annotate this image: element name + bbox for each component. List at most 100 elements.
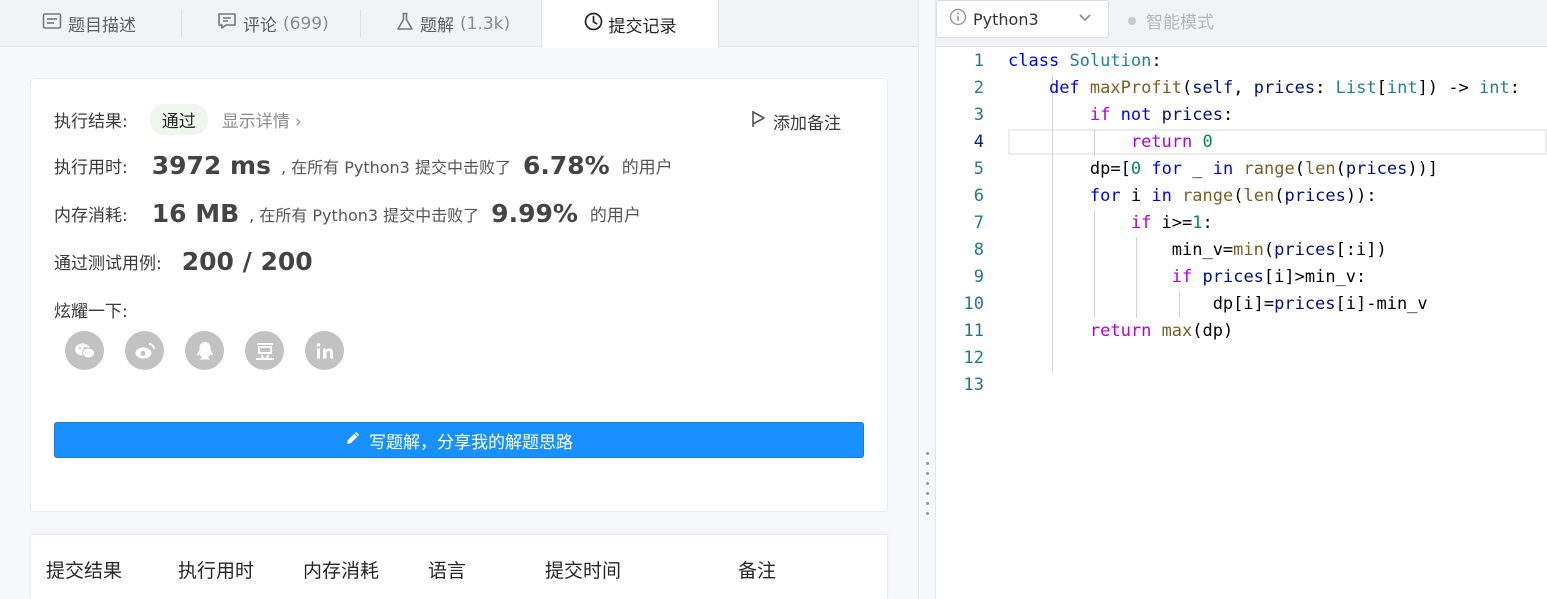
grip-dot — [926, 462, 929, 465]
column-header-memory[interactable]: 内存消耗 — [303, 556, 379, 583]
line-number: 11 — [963, 321, 984, 341]
language-select[interactable]: Python3 — [936, 0, 1109, 38]
pencil-icon — [345, 430, 361, 451]
column-header-result[interactable]: 提交结果 — [46, 556, 122, 583]
memory-prefix: , 在所有 Python3 提交中击败了 — [249, 205, 480, 225]
flask-icon — [396, 12, 414, 36]
code-line: for i in range(len(prices)): — [1089, 186, 1377, 206]
clock-icon — [584, 12, 603, 36]
code-line: if i>=1: — [1130, 213, 1213, 233]
qq-icon[interactable] — [185, 331, 224, 370]
smart-mode-label: 智能模式 — [1146, 13, 1214, 33]
column-header-submit-time[interactable]: 提交时间 — [545, 556, 621, 583]
memory-label: 内存消耗: — [54, 206, 128, 226]
line-number: 7 — [973, 213, 984, 233]
memory-suffix: 的用户 — [589, 206, 641, 226]
submissions-table-header: 提交结果 执行用时 内存消耗 语言 提交时间 备注 — [30, 534, 888, 599]
tab-label: 题解 — [420, 16, 454, 36]
grip-dot — [926, 502, 929, 505]
share-icons — [65, 331, 344, 370]
line-number-current: 4 — [973, 132, 984, 152]
line-number: 12 — [963, 348, 984, 368]
line-number: 2 — [973, 78, 984, 98]
tab-description[interactable]: 题目描述 — [42, 0, 136, 47]
submission-result-card: 执行结果: 通过 显示详情 › 添加备注 执行用时: 3972 ms , 在所有… — [30, 78, 888, 512]
status-label: 执行结果: — [54, 112, 128, 132]
tab-label: 评论 — [243, 16, 277, 36]
memory-percentile: 9.99% — [491, 199, 578, 228]
code-line: return max(dp) — [1089, 321, 1234, 341]
status-dot-icon — [1128, 16, 1136, 25]
wechat-icon[interactable] — [65, 331, 104, 370]
column-header-runtime[interactable]: 执行用时 — [178, 556, 254, 583]
line-number: 3 — [973, 105, 984, 125]
problem-panel: 题目描述 评论 (699) 题解 (1.3k) 提交记录 执行结果: 通过 显示… — [0, 0, 918, 599]
column-header-language[interactable]: 语言 — [428, 556, 466, 583]
tests-row: 通过测试用例: 200 / 200 — [54, 247, 313, 276]
line-number: 9 — [973, 267, 984, 287]
runtime-row: 执行用时: 3972 ms , 在所有 Python3 提交中击败了 6.78%… — [54, 151, 673, 180]
grip-dot — [926, 512, 929, 515]
code-line: def maxProfit(self, prices: List[int]) -… — [1048, 78, 1520, 98]
tab-comments[interactable]: 评论 (699) — [217, 0, 329, 47]
status-row: 执行结果: 通过 显示详情 › — [54, 104, 302, 135]
memory-row: 内存消耗: 16 MB , 在所有 Python3 提交中击败了 9.99% 的… — [54, 199, 641, 228]
line-number: 10 — [963, 294, 984, 314]
tab-solutions[interactable]: 题解 (1.3k) — [396, 0, 510, 47]
tab-label: 题目描述 — [68, 16, 136, 36]
info-icon — [949, 8, 967, 30]
tab-divider — [360, 9, 361, 37]
linkedin-icon[interactable] — [305, 331, 344, 370]
tab-count: (1.3k) — [460, 13, 511, 34]
tests-label: 通过测试用例: — [54, 254, 162, 274]
line-number: 8 — [973, 240, 984, 260]
tests-value: 200 / 200 — [181, 247, 313, 276]
share-label: 炫耀一下: — [54, 302, 128, 322]
status-badge: 通过 — [149, 104, 208, 135]
runtime-label: 执行用时: — [54, 158, 128, 178]
runtime-percentile: 6.78% — [522, 151, 610, 180]
code-line: class Solution: — [1008, 51, 1162, 71]
smart-mode-toggle[interactable]: 智能模式 — [1128, 8, 1214, 33]
code-line: dp=[0 for _ in range(len(prices))] — [1008, 159, 1439, 179]
tab-divider — [181, 9, 182, 37]
panel-resize-handle[interactable] — [918, 0, 936, 599]
chevron-down-icon — [1078, 10, 1092, 28]
editor-toolbar: Python3 智能模式 — [936, 0, 1547, 47]
comment-icon — [217, 12, 237, 35]
memory-value: 16 MB — [151, 199, 240, 228]
write-solution-label: 写题解，分享我的解题思路 — [369, 432, 573, 453]
tab-submissions[interactable]: 提交记录 — [541, 0, 719, 48]
grip-dot — [926, 482, 929, 485]
tab-count: (699) — [283, 13, 329, 34]
runtime-prefix: , 在所有 Python3 提交中击败了 — [280, 157, 511, 177]
language-label: Python3 — [973, 9, 1039, 29]
write-solution-button[interactable]: 写题解，分享我的解题思路 — [54, 422, 864, 458]
line-number: 5 — [973, 159, 984, 179]
weibo-icon[interactable] — [125, 331, 164, 370]
grip-dot — [926, 452, 929, 455]
grip-dot — [926, 492, 929, 495]
runtime-suffix: 的用户 — [621, 158, 673, 178]
code-line: return 0 — [1130, 132, 1213, 152]
add-note-label: 添加备注 — [773, 114, 841, 134]
douban-icon[interactable] — [245, 331, 284, 370]
runtime-value: 3972 ms — [151, 151, 271, 180]
description-icon — [42, 12, 62, 35]
tab-bar: 题目描述 评论 (699) 题解 (1.3k) 提交记录 — [0, 0, 918, 48]
code-line: min_v=min(prices[:i]) — [1008, 240, 1387, 260]
code-line: if prices[i]>min_v: — [1171, 267, 1367, 287]
tab-label: 提交记录 — [608, 16, 677, 37]
show-details-link[interactable]: 显示详情 › — [222, 107, 302, 132]
grip-dot — [926, 472, 929, 475]
code-editor[interactable]: 1 2 3 4 5 6 7 8 9 10 11 12 13 class Solu… — [936, 48, 1547, 599]
code-line: if not prices: — [1089, 105, 1234, 125]
add-note-button[interactable]: 添加备注 — [751, 109, 841, 134]
share-row: 炫耀一下: — [54, 297, 128, 322]
line-number: 6 — [973, 186, 984, 206]
column-header-notes[interactable]: 备注 — [738, 556, 776, 583]
code-line: dp[i]=prices[i]-min_v — [1008, 294, 1428, 314]
flag-icon — [751, 110, 767, 133]
line-number: 13 — [963, 375, 984, 395]
line-number: 1 — [973, 51, 984, 71]
